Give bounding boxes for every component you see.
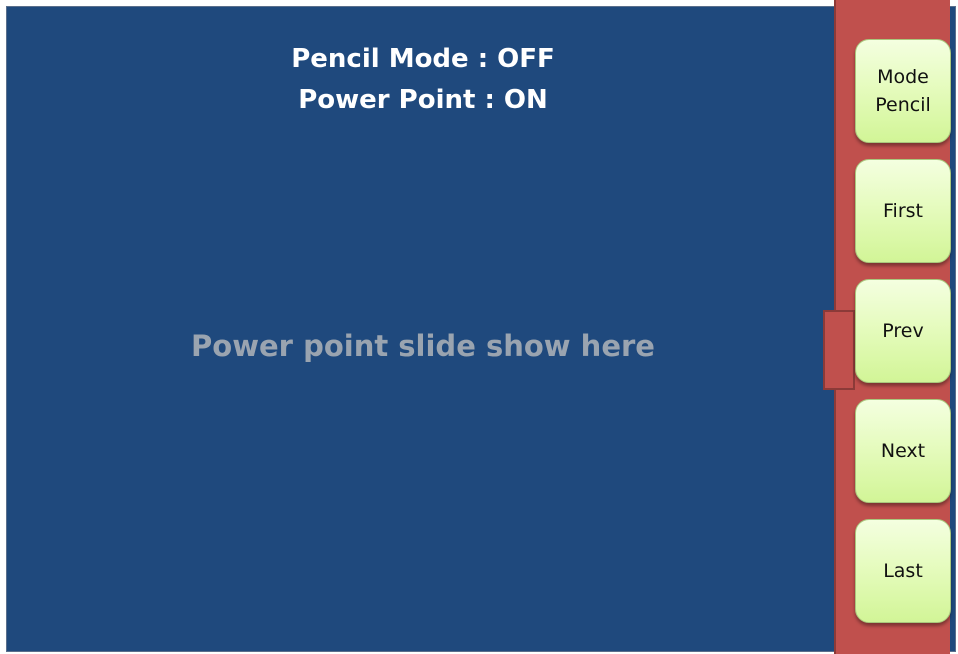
app-frame: Pencil Mode : OFF Power Point : ON Power… bbox=[6, 6, 956, 652]
pencil-mode-status: Pencil Mode : OFF bbox=[291, 44, 555, 74]
panel-toggle-handle[interactable] bbox=[823, 310, 855, 390]
power-point-status: Power Point : ON bbox=[298, 85, 548, 115]
slide-area: Pencil Mode : OFF Power Point : ON Power… bbox=[7, 7, 839, 651]
first-slide-button[interactable]: First bbox=[855, 159, 951, 263]
slide-placeholder: Power point slide show here bbox=[191, 329, 655, 363]
next-slide-button[interactable]: Next bbox=[855, 399, 951, 503]
last-slide-button[interactable]: Last bbox=[855, 519, 951, 623]
prev-slide-button[interactable]: Prev bbox=[855, 279, 951, 383]
status-block: Pencil Mode : OFF Power Point : ON bbox=[7, 39, 839, 121]
mode-pencil-button[interactable]: Mode Pencil bbox=[855, 39, 951, 143]
